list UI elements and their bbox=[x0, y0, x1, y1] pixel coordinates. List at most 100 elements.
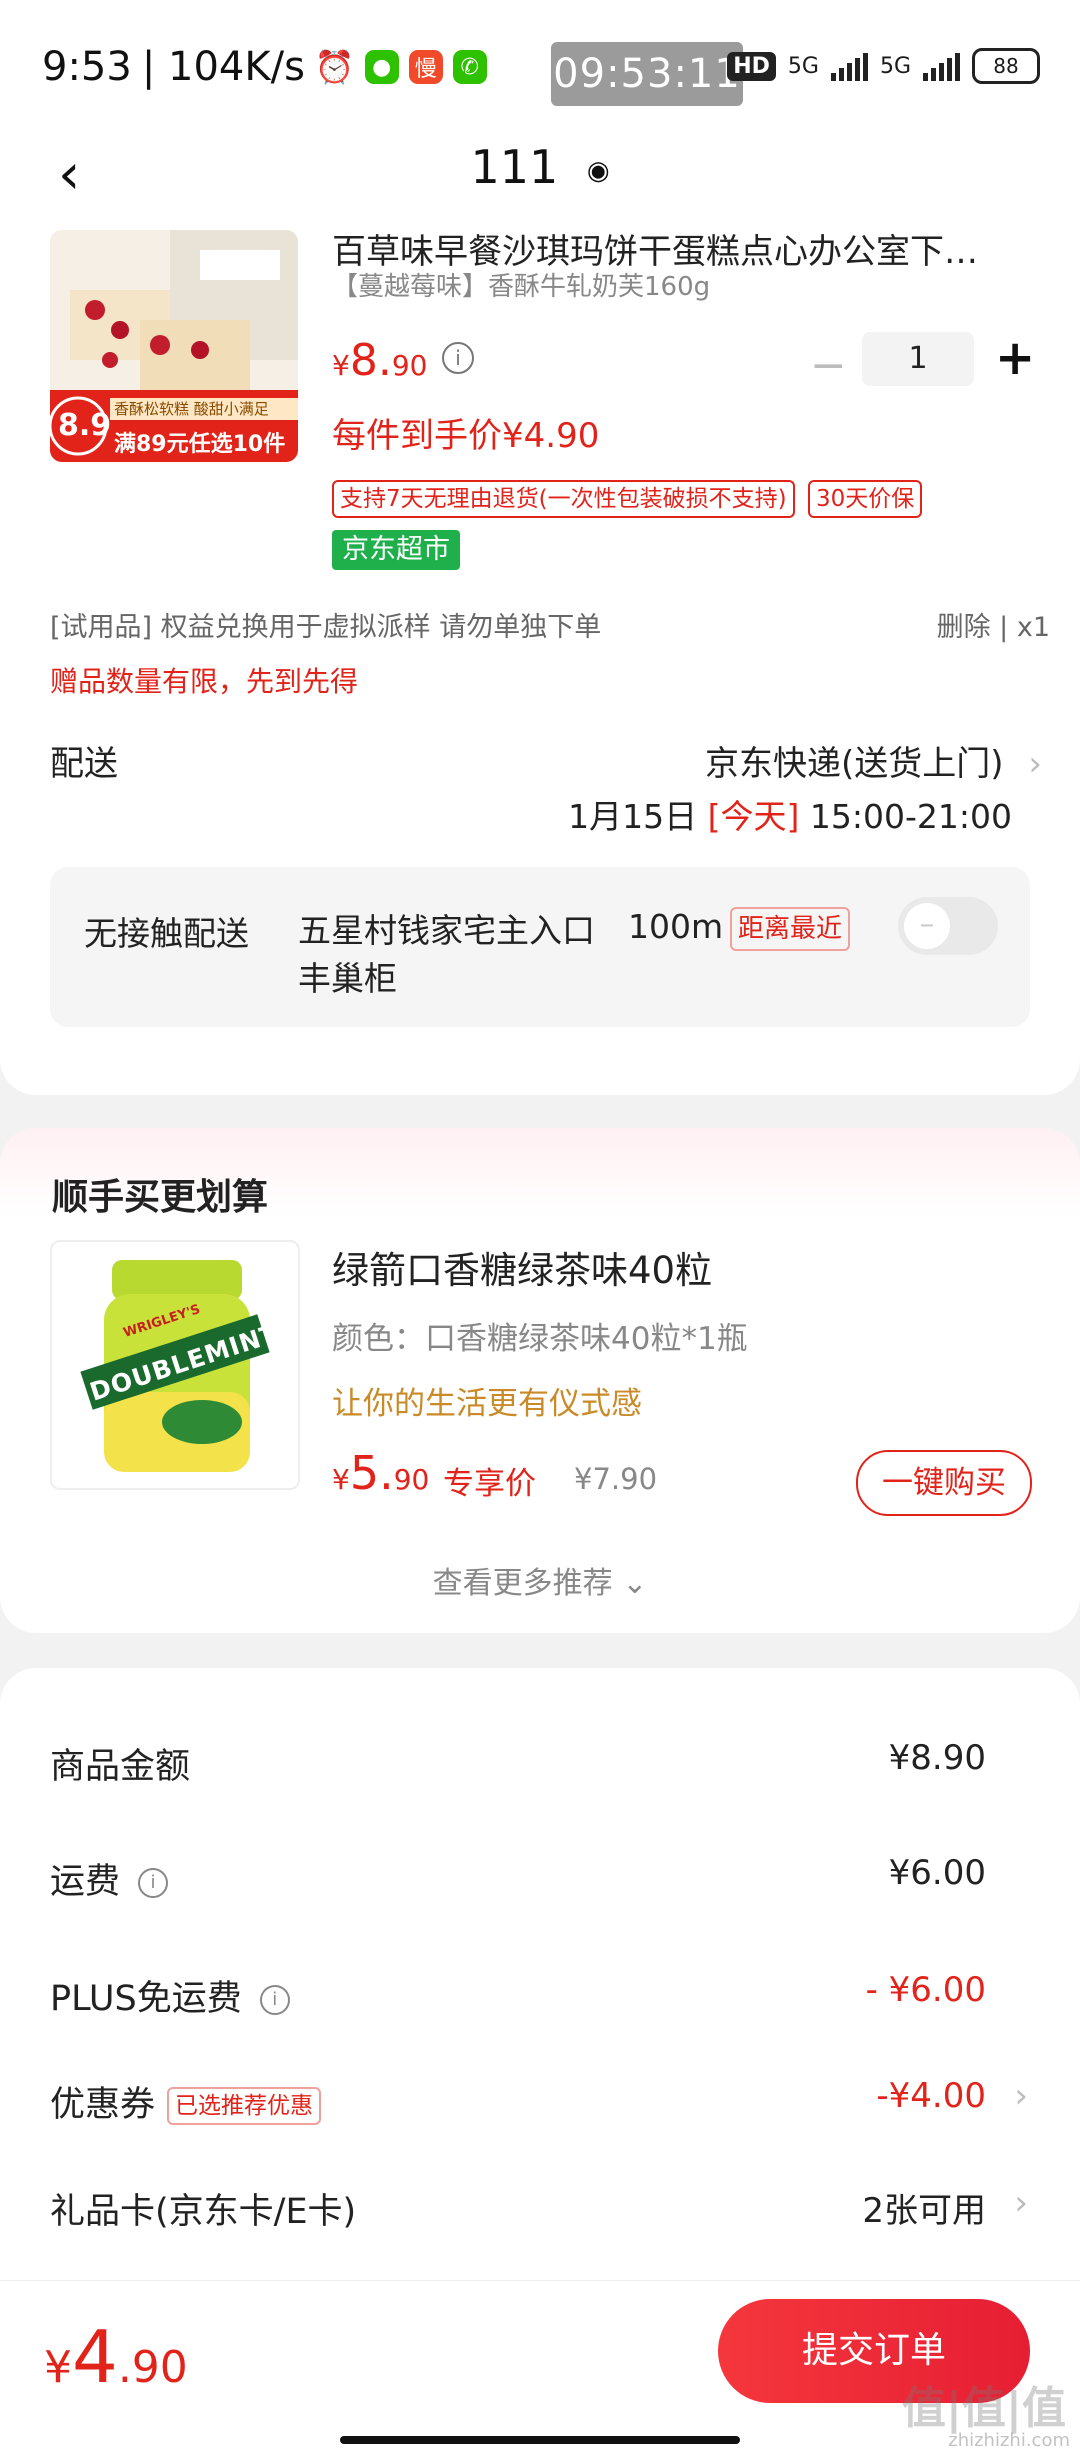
gum-currency: ¥ bbox=[332, 1463, 350, 1496]
gum-original-price: ¥7.90 bbox=[574, 1462, 658, 1496]
currency-symbol: ¥ bbox=[332, 349, 350, 382]
net-5g-label-2: 5G bbox=[879, 53, 911, 79]
chevron-right-icon: › bbox=[1028, 744, 1042, 784]
quantity-plus-button[interactable]: + bbox=[995, 330, 1035, 386]
toggle-knob-icon: – bbox=[904, 903, 950, 949]
gum-spec: 颜色：口香糖绿茶味40粒*1瓶 bbox=[332, 1321, 748, 1357]
net-5g-label-1: 5G bbox=[787, 53, 819, 79]
fee-summary-card: 商品金额 ¥8.90 运费 i ¥6.00 PLUS免运费 i - ¥6.00 优惠… bbox=[0, 1668, 1080, 2308]
image-caption: 香酥松软糕 酸甜小满足 bbox=[114, 400, 269, 418]
hd-icon: HD bbox=[727, 51, 776, 81]
see-more-recommend-link[interactable]: 查看更多推荐 ⌄ bbox=[0, 1558, 1080, 1602]
coupon-label-wrap: 优惠券 已选推荐优惠 bbox=[50, 2076, 322, 2127]
battery-icon: 88 bbox=[972, 48, 1040, 84]
page-header: ‹ 111 ◉ bbox=[0, 130, 1080, 230]
plus-label-wrap: PLUS免运费 i bbox=[50, 1970, 290, 2021]
watermark-logo: 值|值|值 bbox=[901, 2383, 1066, 2434]
slow-app-icon: 慢 bbox=[408, 50, 443, 84]
delivery-date: 1月15日 bbox=[568, 797, 698, 836]
signal-icon-2 bbox=[923, 51, 960, 81]
chevron-right-icon: › bbox=[1014, 2183, 1028, 2223]
image-badge-promo: 满89元任选10件 bbox=[114, 432, 286, 457]
total-integer: 4 bbox=[72, 2315, 118, 2399]
no-contact-label: 无接触配送 bbox=[84, 914, 249, 953]
shipping-label-wrap: 运费 i bbox=[50, 1853, 169, 1904]
exclusive-price-label: 专享价 bbox=[443, 1466, 536, 1502]
watermark-url: zhizhizhi.com bbox=[948, 2430, 1070, 2451]
delivery-time: 1月15日 [今天] 15:00-21:00 bbox=[568, 790, 1012, 838]
gum-price: ¥5.90 bbox=[332, 1446, 429, 1500]
gum-price-integer: 5. bbox=[349, 1446, 394, 1500]
giftcard-label: 礼品卡(京东卡/E卡) bbox=[50, 2192, 357, 2232]
unit-price: 每件到手价¥4.90 bbox=[332, 416, 600, 456]
total-currency: ¥ bbox=[44, 2342, 72, 2393]
wechat-icon: ● bbox=[364, 50, 399, 84]
locker-address: 五星村钱家宅主入口丰巢柜 bbox=[298, 911, 595, 998]
image-badge-price: 8.9 bbox=[58, 408, 112, 443]
total-price: ¥4.90 bbox=[44, 2315, 188, 2399]
return-policy-tag: 支持7天无理由退货(一次性包装破损不支持) bbox=[332, 480, 795, 518]
plus-discount-value: - ¥6.00 bbox=[865, 1970, 986, 2010]
info-icon[interactable]: i bbox=[442, 342, 474, 374]
signal-icon bbox=[830, 51, 868, 81]
coupon-value: -¥4.00 bbox=[876, 2076, 986, 2116]
location-pin-icon[interactable]: ◉ bbox=[587, 156, 610, 186]
goods-amount-value: ¥8.90 bbox=[888, 1738, 986, 1778]
alarm-icon: ⏰ bbox=[314, 48, 355, 86]
fee-row-goods: 商品金额 ¥8.90 bbox=[50, 1738, 1080, 1798]
status-net-speed: | 104K/s bbox=[141, 44, 305, 90]
recommend-card: 顺手买更划算 WRIGLEY'S DOUBLEMINT 绿箭口香糖绿茶味40粒 … bbox=[0, 1128, 1080, 1633]
shipping-value: ¥6.00 bbox=[888, 1853, 986, 1893]
goods-amount-label: 商品金额 bbox=[50, 1747, 191, 1787]
page-title: 111 ◉ bbox=[0, 140, 1080, 194]
quantity-input[interactable]: 1 bbox=[862, 332, 974, 386]
delivery-method-text: 京东快递(送货上门) bbox=[705, 744, 1004, 784]
address-title[interactable]: 111 bbox=[470, 140, 558, 194]
fee-row-giftcard[interactable]: 礼品卡(京东卡/E卡) 2张可用 › bbox=[50, 2183, 1080, 2243]
info-icon[interactable]: i bbox=[138, 1868, 169, 1898]
price-integer: 8. bbox=[349, 335, 392, 386]
chevron-right-icon: › bbox=[1014, 2076, 1028, 2116]
quantity-minus-button[interactable]: − bbox=[810, 340, 847, 391]
recommend-title: 顺手买更划算 bbox=[52, 1177, 269, 1218]
gum-slogan: 让你的生活更有仪式感 bbox=[332, 1386, 642, 1422]
coupon-selected-tag: 已选推荐优惠 bbox=[167, 2087, 322, 2125]
fee-row-coupon[interactable]: 优惠券 已选推荐优惠 -¥4.00 › bbox=[50, 2076, 1080, 2136]
status-bar: 9:53 | 104K/s ⏰ ● 慢 ✆ 09:53:11 HD 5G 5G … bbox=[0, 0, 1080, 130]
status-time: 9:53 bbox=[42, 44, 132, 90]
status-right: HD 5G 5G 88 bbox=[727, 48, 1040, 84]
nearest-tag: 距离最近 bbox=[730, 907, 851, 951]
delivery-method[interactable]: 京东快递(送货上门) › bbox=[705, 736, 1042, 785]
info-icon[interactable]: i bbox=[259, 1985, 290, 2015]
locker-distance: 100m bbox=[628, 907, 724, 946]
order-item-card: 8.9 香酥松软糕 酸甜小满足 满89元任选10件 百草味早餐沙琪玛饼干蛋糕点心… bbox=[0, 230, 1080, 1095]
shipping-label: 运费 bbox=[50, 1862, 121, 1902]
gum-name[interactable]: 绿箭口香糖绿茶味40粒 bbox=[332, 1240, 712, 1294]
giftcard-value: 2张可用 bbox=[862, 2191, 986, 2231]
product-image[interactable]: 8.9 香酥松软糕 酸甜小满足 满89元任选10件 bbox=[50, 230, 298, 462]
gum-product-image[interactable]: WRIGLEY'S DOUBLEMINT bbox=[50, 1240, 300, 1490]
product-price: ¥8.90 bbox=[332, 335, 427, 386]
one-click-buy-button[interactable]: 一键购买 bbox=[856, 1450, 1032, 1516]
product-spec: 【蔓越莓味】香酥牛轧奶芙160g bbox=[332, 272, 711, 302]
no-contact-toggle[interactable]: – bbox=[898, 897, 998, 955]
delivery-window: 15:00-21:00 bbox=[809, 797, 1012, 836]
status-left: 9:53 | 104K/s ⏰ ● 慢 ✆ bbox=[42, 44, 487, 90]
no-contact-delivery-box: 无接触配送 五星村钱家宅主入口丰巢柜 100m 距离最近 – bbox=[50, 867, 1030, 1027]
fee-row-shipping: 运费 i ¥6.00 bbox=[50, 1853, 1080, 1913]
gift-limit-note: 赠品数量有限，先到先得 bbox=[50, 665, 359, 698]
trial-note: [试用品] 权益兑换用于虚拟派样 请勿单独下单 bbox=[50, 612, 602, 643]
home-indicator[interactable] bbox=[340, 2436, 740, 2444]
price-decimal: 90 bbox=[391, 349, 428, 382]
delivery-label: 配送 bbox=[50, 744, 118, 784]
fee-row-plus: PLUS免运费 i - ¥6.00 bbox=[50, 1970, 1080, 2030]
trial-delete-qty[interactable]: 删除 | x1 bbox=[937, 605, 1050, 644]
gum-price-decimal: 90 bbox=[393, 1463, 430, 1496]
coupon-label: 优惠券 bbox=[50, 2085, 156, 2125]
store-tag: 京东超市 bbox=[332, 530, 460, 570]
price-protect-tag: 30天价保 bbox=[808, 480, 923, 518]
phone-icon: ✆ bbox=[452, 50, 487, 84]
delivery-today: [今天] bbox=[707, 797, 800, 836]
clock-overlay: 09:53:11 bbox=[551, 42, 743, 106]
plus-free-shipping-label: PLUS免运费 bbox=[50, 1979, 242, 2019]
